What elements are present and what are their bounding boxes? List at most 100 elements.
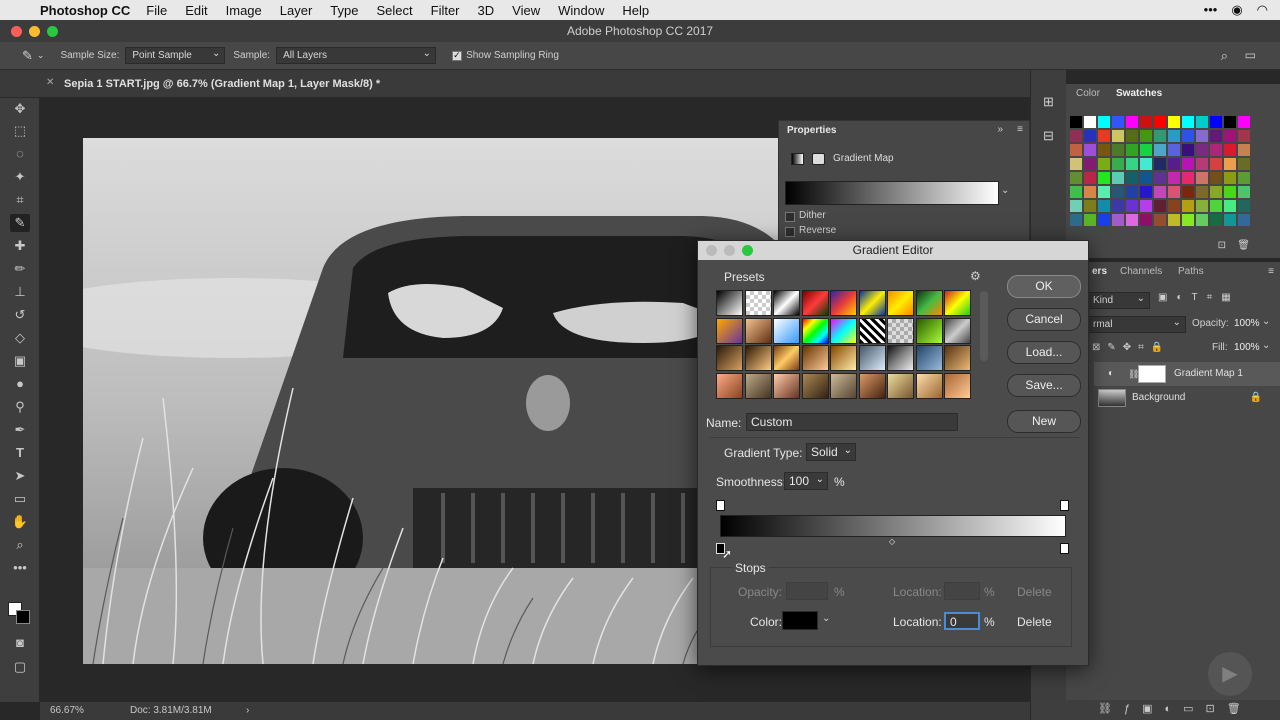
clone-stamp-tool-icon[interactable]: ⊥ [10,283,30,301]
gradient-preset[interactable] [744,345,772,371]
move-tool-icon[interactable]: ✥ [10,100,30,118]
gradient-preset[interactable] [744,317,772,344]
swatch[interactable] [1168,116,1180,128]
swatch[interactable] [1154,158,1166,170]
swatch[interactable] [1154,172,1166,184]
gradient-preset[interactable] [887,372,914,399]
close-dialog-icon[interactable] [706,245,717,256]
swatch[interactable] [1070,214,1082,226]
swatch[interactable] [1224,144,1236,156]
gradient-preset[interactable] [944,372,971,399]
swatch[interactable] [1140,130,1152,142]
zoom-window-icon[interactable] [47,26,58,37]
layer-thumbnail[interactable] [1098,389,1126,407]
crop-tool-icon[interactable]: ⌗ [10,191,30,209]
menu-edit[interactable]: Edit [185,3,207,18]
layer-actions-icons[interactable]: ⛓ƒ▣◐▭⊡🗑 [1098,702,1253,715]
gradient-preset[interactable] [944,317,971,344]
swatch[interactable] [1098,172,1110,184]
tab-paths[interactable]: Paths [1178,262,1204,282]
swatch[interactable] [1196,116,1208,128]
tab-channels[interactable]: Channels [1120,262,1162,282]
swatch[interactable] [1154,200,1166,212]
swatch[interactable] [1126,186,1138,198]
menu-help[interactable]: Help [622,3,649,18]
opacity-stop-right[interactable] [1060,500,1069,511]
new-button[interactable]: New [1007,410,1081,433]
blend-mode-select[interactable]: rmal [1086,315,1186,333]
panel-menu-icon[interactable]: ≡ [1268,266,1274,277]
menu-image[interactable]: Image [226,3,262,18]
swatch[interactable] [1238,158,1250,170]
menu-layer[interactable]: Layer [280,3,313,18]
swatch[interactable] [1182,130,1194,142]
app-menu[interactable]: Photoshop CC [40,3,130,18]
gradient-preset[interactable] [944,290,971,316]
swatch[interactable] [1098,186,1110,198]
swatch[interactable] [1224,116,1236,128]
swatch[interactable] [1098,130,1110,142]
swatch[interactable] [1098,200,1110,212]
swatch[interactable] [1210,116,1222,128]
swatch[interactable] [1126,214,1138,226]
swatch[interactable] [1084,172,1096,184]
properties-icon[interactable]: ⊟ [1043,128,1054,144]
swatch[interactable] [1210,186,1222,198]
swatch[interactable] [1238,186,1250,198]
menu-window[interactable]: Window [558,3,604,18]
swatch[interactable] [1168,186,1180,198]
lasso-tool-icon[interactable]: ◌ [10,145,30,163]
swatch[interactable] [1140,116,1152,128]
swatch[interactable] [1182,116,1194,128]
swatch[interactable] [1224,158,1236,170]
swatch[interactable] [1098,144,1110,156]
gradient-bar[interactable] [720,515,1066,537]
chevron-down-icon[interactable]: ⌄ [37,50,45,61]
swatch[interactable] [1126,116,1138,128]
gradient-preset[interactable] [915,345,943,371]
swatch[interactable] [1182,200,1194,212]
minimize-dialog-icon[interactable] [724,245,735,256]
chevron-down-icon[interactable]: ⌄ [822,613,830,624]
search-icon[interactable]: ⌕ [1221,48,1228,64]
lock-icon[interactable]: 🔒 [1250,386,1262,410]
swatch[interactable] [1070,200,1082,212]
swatch[interactable] [1112,186,1124,198]
gradient-preset[interactable] [801,372,829,399]
layer-filter-icons[interactable]: ▣◐T⌗▦ [1158,292,1240,303]
gradient-preset[interactable] [830,372,857,399]
swatch[interactable] [1210,172,1222,184]
layer-name[interactable]: Background [1132,386,1185,410]
swatch[interactable] [1154,186,1166,198]
sample-size-select[interactable]: Point Sample [125,46,226,64]
background-color-swatch[interactable] [16,610,30,624]
rectangle-tool-icon[interactable]: ▭ [10,490,30,508]
gradient-preset[interactable] [773,372,800,399]
gradient-preset[interactable] [858,345,886,371]
history-brush-tool-icon[interactable]: ↺ [10,306,30,324]
gradient-preset[interactable] [915,317,943,344]
ok-button[interactable]: OK [1007,275,1081,298]
swatch[interactable] [1224,130,1236,142]
swatch[interactable] [1084,200,1096,212]
swatch[interactable] [1196,144,1208,156]
swatch[interactable] [1210,144,1222,156]
new-swatch-icon[interactable]: ⊡ [1218,240,1226,251]
swatch[interactable] [1070,130,1082,142]
swatch[interactable] [1182,144,1194,156]
swatch[interactable] [1182,172,1194,184]
close-window-icon[interactable] [11,26,22,37]
dodge-tool-icon[interactable]: ⚲ [10,398,30,416]
chevron-down-icon[interactable]: ⌄ [1001,185,1009,196]
save-button[interactable]: Save... [1007,374,1081,397]
swatch[interactable] [1140,158,1152,170]
gradient-tool-icon[interactable]: ▣ [10,352,30,370]
gradient-preset[interactable] [773,317,800,344]
swatch[interactable] [1070,158,1082,170]
gradient-preset[interactable] [830,317,857,344]
swatch[interactable] [1084,130,1096,142]
gear-icon[interactable]: ⚙ [970,269,981,283]
gradient-preset[interactable] [773,290,800,316]
layer-name[interactable]: Gradient Map 1 [1174,362,1243,386]
swatch[interactable] [1140,186,1152,198]
